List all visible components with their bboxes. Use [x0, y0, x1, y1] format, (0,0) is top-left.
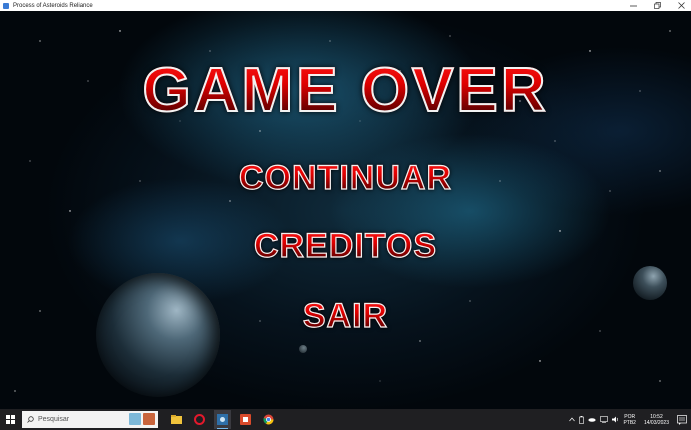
language-indicator[interactable]: POR PTB2 [623, 414, 636, 426]
taskbar: Pesquisar POR PTB2 10:52 14/03/2023 [0, 409, 691, 430]
chrome-icon[interactable] [260, 410, 277, 429]
clock-date: 14/03/2023 [643, 419, 669, 426]
network-icon[interactable] [600, 416, 609, 423]
continue-button[interactable]: CONTINUAR [0, 158, 691, 198]
restore-button[interactable] [653, 2, 661, 10]
cloud-icon[interactable] [588, 417, 597, 422]
game-app-icon[interactable] [214, 410, 231, 429]
screen: Process of Asteroids Reliance GAME OVER … [0, 0, 691, 430]
minimize-icon [629, 5, 637, 7]
credits-button[interactable]: CREDITOS [0, 226, 691, 266]
windows-logo-icon [5, 415, 15, 424]
search-placeholder: Pesquisar [38, 416, 70, 423]
volume-icon[interactable] [612, 416, 619, 423]
close-button[interactable] [677, 2, 685, 10]
small-planet [633, 266, 667, 300]
search-box[interactable]: Pesquisar [22, 411, 158, 428]
chevron-up-icon[interactable] [569, 417, 576, 422]
office-icon[interactable] [237, 410, 254, 429]
window-controls [629, 0, 685, 11]
app-icon [3, 2, 9, 9]
exit-button[interactable]: SAIR [0, 296, 691, 336]
game-canvas: GAME OVER CONTINUAR CREDITOS SAIR [0, 11, 691, 409]
search-highlight-icon [129, 413, 155, 425]
minimize-button[interactable] [629, 2, 637, 10]
search-icon [27, 416, 34, 423]
clock[interactable]: 10:52 14/03/2023 [644, 414, 669, 426]
game-over-title: GAME OVER [0, 55, 691, 126]
restore-icon [653, 2, 661, 9]
close-icon [677, 2, 685, 9]
taskbar-apps [168, 410, 277, 429]
opera-icon[interactable] [191, 410, 208, 429]
notification-icon[interactable] [677, 414, 687, 425]
language-code: POR [624, 413, 636, 420]
system-tray: POR PTB2 10:52 14/03/2023 [569, 409, 691, 430]
keyboard-layout: PTB2 [623, 419, 636, 426]
window-title: Process of Asteroids Reliance [13, 2, 93, 9]
tiny-moon [299, 345, 307, 353]
start-button[interactable] [0, 409, 20, 430]
battery-icon[interactable] [579, 415, 585, 424]
file-explorer-icon[interactable] [168, 410, 185, 429]
